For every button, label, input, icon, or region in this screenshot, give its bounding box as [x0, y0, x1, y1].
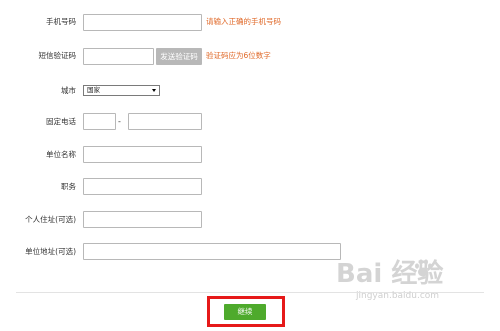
company-address-label: 单位地址(可选) — [25, 247, 76, 256]
position-label: 职务 — [61, 182, 76, 191]
send-code-button[interactable]: 发送验证码 — [156, 48, 202, 65]
company-label: 单位名称 — [46, 150, 76, 159]
position-input[interactable] — [83, 178, 202, 195]
landline-label: 固定电话 — [46, 117, 76, 126]
baidu-jingyan-watermark: Bai 经验 jingyan.baidu.com — [336, 253, 476, 309]
phone-input[interactable] — [83, 14, 202, 31]
city-select-value: 国家 — [87, 86, 100, 94]
landline-number-input[interactable] — [128, 113, 202, 130]
sms-code-input[interactable] — [83, 48, 154, 65]
area-code-input[interactable] — [83, 113, 116, 130]
company-address-input[interactable] — [83, 243, 341, 260]
phone-hint: 请输入正确的手机号码 — [206, 17, 281, 26]
sms-code-label: 短信验证码 — [38, 51, 77, 60]
city-select[interactable]: 国家 — [83, 85, 160, 96]
watermark-url: jingyan.baidu.com — [356, 291, 440, 301]
dropdown-arrow-icon — [152, 89, 156, 92]
sms-code-hint: 验证码应为6位数字 — [206, 51, 271, 60]
continue-button[interactable]: 继续 — [224, 304, 266, 320]
paw-icon — [415, 259, 432, 277]
personal-address-input[interactable] — [83, 211, 202, 228]
personal-address-label: 个人住址(可选) — [25, 215, 76, 224]
phone-label: 手机号码 — [46, 17, 76, 26]
company-input[interactable] — [83, 146, 202, 163]
city-label: 城市 — [61, 86, 76, 95]
landline-separator: - — [118, 117, 121, 126]
